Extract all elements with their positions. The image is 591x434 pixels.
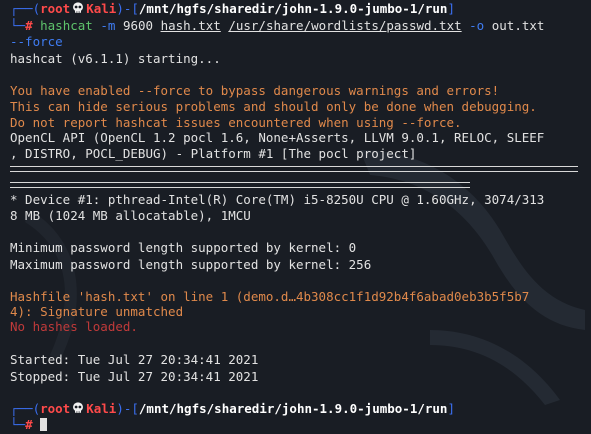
wordlist-arg: /usr/share/wordlists/passwd.txt — [228, 18, 462, 33]
stopped-line: Stopped: Tue Jul 27 20:34:41 2021 — [10, 369, 259, 384]
prompt-user: root — [40, 1, 71, 16]
start-line: hashcat (v6.1.1) starting... — [10, 51, 221, 66]
prompt-symbol: # — [25, 18, 33, 33]
flag-m: -m — [100, 18, 116, 33]
prompt-user: root — [40, 401, 71, 416]
min-password-line: Minimum password length supported by ker… — [10, 240, 357, 255]
device-line-2: 8 MB (1024 MB allocatable), 1MCU — [10, 208, 251, 223]
skull-icon — [73, 402, 84, 413]
prompt-host: Kali — [86, 401, 117, 416]
command-line-wrap: --force — [10, 33, 63, 51]
prompt-host: Kali — [86, 1, 117, 16]
command-program: hashcat — [40, 18, 93, 33]
prompt-cwd: /mnt/hgfs/sharedir/john-1.9.0-jumbo-1/ru… — [138, 1, 448, 16]
skull-icon — [73, 2, 84, 13]
started-line: Started: Tue Jul 27 20:34:41 2021 — [10, 352, 259, 367]
max-password-line: Maximum password length supported by ker… — [10, 257, 372, 272]
prompt-line-2: ┌──(root Kali)-[/mnt/hgfs/sharedir/john-1… — [10, 401, 455, 416]
prompt-symbol: # — [25, 417, 33, 432]
hashfile-arg: hash.txt — [160, 18, 221, 33]
flag-o: -o — [469, 18, 485, 33]
outfile-arg: out.txt — [491, 18, 545, 33]
divider-short — [10, 182, 470, 188]
prompt-cwd: /mnt/hgfs/sharedir/john-1.9.0-jumbo-1/ru… — [138, 401, 448, 416]
text-cursor — [40, 418, 48, 431]
prompt-line: ┌──(root Kali)-[/mnt/hgfs/sharedir/john-1… — [10, 1, 455, 16]
no-hashes-error: No hashes loaded. — [10, 319, 138, 334]
opencl-line-2: , DISTRO, POCL_DEBUG) - Platform #1 [The… — [10, 146, 417, 161]
command-line: └─# hashcat -m 9600 hash.txt /usr/share/… — [10, 18, 545, 33]
flag-force: --force — [10, 34, 63, 49]
prompt-line-2-input[interactable]: └─# — [10, 416, 48, 434]
hash-mode: 9600 — [122, 18, 154, 33]
divider-full — [10, 166, 578, 172]
